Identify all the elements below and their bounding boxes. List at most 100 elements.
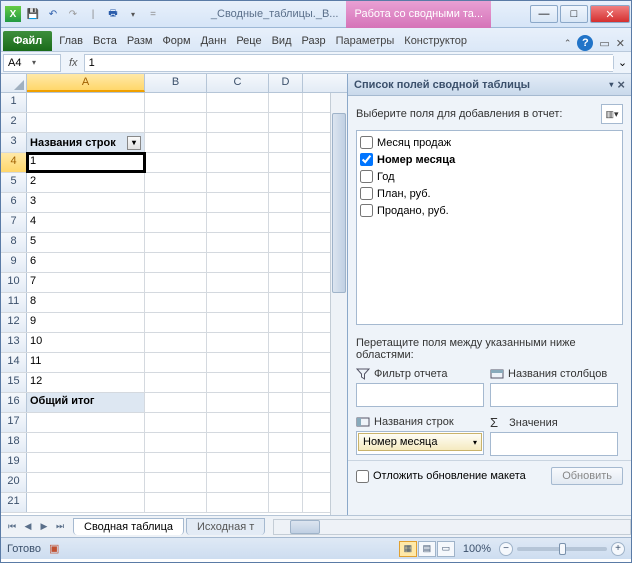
cell[interactable]	[207, 393, 269, 412]
filter-drop-zone[interactable]	[356, 383, 484, 407]
cell[interactable]	[145, 253, 207, 272]
row-header[interactable]: 20	[1, 473, 27, 492]
cell[interactable]	[145, 453, 207, 472]
cell[interactable]	[145, 173, 207, 192]
cell[interactable]	[269, 313, 303, 332]
row-header[interactable]: 7	[1, 213, 27, 232]
pane-close-icon[interactable]: ×	[617, 77, 625, 92]
formula-input[interactable]: 1	[84, 54, 613, 72]
cell[interactable]: 3	[27, 193, 145, 212]
macro-record-icon[interactable]: ▣	[49, 542, 59, 555]
cell[interactable]: 8	[27, 293, 145, 312]
tab-insert[interactable]: Вста	[88, 31, 122, 51]
zoom-knob[interactable]	[559, 543, 566, 555]
cell[interactable]: 6	[27, 253, 145, 272]
cell[interactable]: 7	[27, 273, 145, 292]
cell[interactable]	[269, 273, 303, 292]
cell[interactable]	[145, 273, 207, 292]
pane-menu-icon[interactable]: ▾	[609, 80, 613, 89]
close-button[interactable]: ✕	[590, 5, 630, 23]
cell[interactable]	[207, 453, 269, 472]
row-header[interactable]: 17	[1, 413, 27, 432]
row-header[interactable]: 18	[1, 433, 27, 452]
cell[interactable]	[207, 473, 269, 492]
vertical-scrollbar[interactable]	[330, 93, 347, 515]
cell[interactable]	[27, 493, 145, 512]
save-icon[interactable]: 💾	[25, 6, 41, 22]
cell[interactable]	[145, 293, 207, 312]
field-list[interactable]: Месяц продажНомер месяцаГодПлан, руб.Про…	[356, 130, 623, 325]
cell[interactable]	[145, 113, 207, 132]
cell[interactable]	[145, 373, 207, 392]
row-header[interactable]: 16	[1, 393, 27, 412]
tab-design[interactable]: Конструктор	[399, 31, 472, 51]
row-header[interactable]: 15	[1, 373, 27, 392]
cell[interactable]	[145, 333, 207, 352]
tab-developer[interactable]: Разр	[297, 31, 331, 51]
cell[interactable]	[207, 293, 269, 312]
doc-close-icon[interactable]: ✕	[616, 37, 625, 50]
cell[interactable]	[27, 473, 145, 492]
cell[interactable]	[207, 333, 269, 352]
cell[interactable]	[269, 353, 303, 372]
cell[interactable]	[145, 493, 207, 512]
tab-layout[interactable]: Разм	[122, 31, 158, 51]
hscroll-thumb[interactable]	[290, 520, 320, 534]
cell[interactable]	[269, 433, 303, 452]
pane-title-bar[interactable]: Список полей сводной таблицы ▾ ×	[348, 74, 631, 96]
cell[interactable]	[269, 413, 303, 432]
cell[interactable]	[207, 173, 269, 192]
fx-icon[interactable]: fx	[63, 57, 84, 69]
cell[interactable]	[27, 453, 145, 472]
cell[interactable]	[145, 153, 207, 172]
column-header[interactable]: A	[27, 74, 145, 92]
sheet-first-icon[interactable]: ⏮	[5, 521, 19, 532]
cell[interactable]	[145, 313, 207, 332]
cell[interactable]	[207, 433, 269, 452]
cell[interactable]	[269, 113, 303, 132]
layout-options-button[interactable]: ▥▾	[601, 104, 623, 124]
maximize-button[interactable]: □	[560, 5, 588, 23]
row-header[interactable]: 9	[1, 253, 27, 272]
cell[interactable]	[145, 133, 207, 152]
rows-drop-zone[interactable]: Номер месяца ▾	[356, 431, 484, 455]
cell[interactable]: 2	[27, 173, 145, 192]
row-header[interactable]: 12	[1, 313, 27, 332]
cell[interactable]	[207, 113, 269, 132]
zoom-slider[interactable]	[517, 547, 607, 551]
sheet-prev-icon[interactable]: ◀	[21, 521, 35, 532]
horizontal-scrollbar[interactable]	[273, 519, 631, 535]
cell[interactable]	[145, 353, 207, 372]
cell[interactable]	[27, 413, 145, 432]
field-checkbox[interactable]	[360, 153, 373, 166]
cell[interactable]	[269, 193, 303, 212]
row-header[interactable]: 21	[1, 493, 27, 512]
tab-formulas[interactable]: Форм	[157, 31, 195, 51]
cell[interactable]	[269, 493, 303, 512]
tab-data[interactable]: Данн	[196, 31, 232, 51]
cell[interactable]	[207, 413, 269, 432]
zoom-in-button[interactable]: +	[611, 542, 625, 556]
cell[interactable]	[207, 93, 269, 112]
zoom-out-button[interactable]: −	[499, 542, 513, 556]
cell[interactable]	[207, 273, 269, 292]
tab-view[interactable]: Вид	[267, 31, 297, 51]
row-field-item[interactable]: Номер месяца ▾	[358, 433, 482, 451]
cell[interactable]	[207, 353, 269, 372]
field-item[interactable]: Продано, руб.	[360, 202, 619, 219]
row-header[interactable]: 11	[1, 293, 27, 312]
cell[interactable]	[269, 293, 303, 312]
cell[interactable]: 1	[27, 153, 145, 172]
sheet-tab-active[interactable]: Сводная таблица	[73, 518, 184, 535]
view-page-break-button[interactable]: ▭	[437, 541, 455, 557]
row-header[interactable]: 14	[1, 353, 27, 372]
tab-home[interactable]: Глав	[54, 31, 88, 51]
field-item[interactable]: План, руб.	[360, 185, 619, 202]
cell[interactable]	[269, 453, 303, 472]
column-header[interactable]: B	[145, 74, 207, 92]
cell[interactable]	[145, 93, 207, 112]
row-header[interactable]: 19	[1, 453, 27, 472]
field-item[interactable]: Месяц продаж	[360, 134, 619, 151]
zoom-level[interactable]: 100%	[463, 543, 491, 555]
field-checkbox[interactable]	[360, 187, 373, 200]
